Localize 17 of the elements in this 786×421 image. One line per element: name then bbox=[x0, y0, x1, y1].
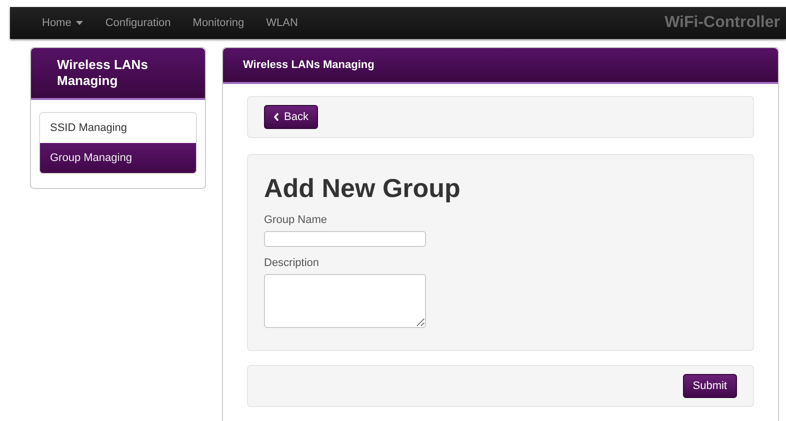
nav-menu-item[interactable]: Home bbox=[42, 17, 84, 29]
back-button[interactable]: Back bbox=[264, 105, 318, 129]
nav-menu-item[interactable]: WLAN bbox=[266, 17, 298, 29]
form-heading: Add New Group bbox=[264, 173, 462, 204]
input-field[interactable] bbox=[264, 231, 426, 247]
field-label: Group Name bbox=[264, 214, 328, 226]
sidebar-title: Wireless LANs Managing bbox=[31, 48, 205, 100]
panel-title: Wireless LANs Managing bbox=[223, 48, 778, 84]
description-field[interactable] bbox=[264, 274, 426, 328]
sidebar-item[interactable]: Group Managing bbox=[40, 143, 196, 173]
nav-menu-item[interactable]: Configuration bbox=[105, 17, 171, 29]
caret-icon bbox=[76, 21, 84, 25]
chevron-left-icon bbox=[274, 113, 279, 121]
field-label: Description bbox=[264, 257, 320, 269]
brand-title: WiFi-Controller bbox=[664, 14, 781, 32]
submit-button[interactable]: Submit bbox=[682, 374, 737, 398]
nav-menu-item[interactable]: Monitoring bbox=[192, 17, 244, 29]
